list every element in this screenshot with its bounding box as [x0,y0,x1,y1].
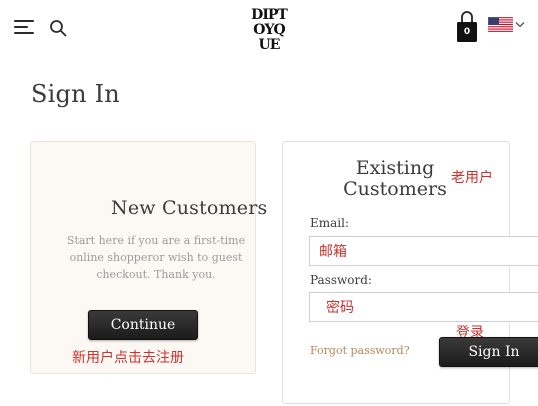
password-field-text: 密码 [326,300,354,316]
page: DIPT OYQ UE 0 Sign In New Customers Star… [0,0,538,406]
existing-customers-title: Existing Customers [343,157,447,200]
logo-line-1: DIPT [251,7,288,23]
cart-count-badge: 0 [463,27,471,37]
register-annotation: 新用户点击去注册 [72,350,184,366]
existing-user-annotation: 老用户 [451,170,493,186]
new-customers-description: Start here if you are a first-time onlin… [66,234,246,281]
logo-line-2: OYQ [253,22,285,38]
new-customers-title: New Customers [111,197,268,219]
email-field-text: 邮箱 [319,244,347,260]
logo-line-3: UE [258,37,281,53]
search-icon[interactable] [49,19,67,37]
password-field[interactable]: 密码 [309,292,538,322]
us-flag-icon[interactable] [488,17,513,32]
forgot-password-link[interactable]: Forgot password? [310,344,410,357]
email-label: Email: [310,216,350,230]
shopping-bag-icon[interactable]: 0 [457,10,477,42]
brand-logo[interactable]: DIPT OYQ UE [248,8,290,54]
sign-in-button[interactable]: Sign In [439,337,538,367]
continue-button[interactable]: Continue [88,310,198,340]
hamburger-icon[interactable] [14,20,34,34]
chevron-down-icon[interactable] [515,21,525,28]
page-title: Sign In [31,80,120,108]
password-label: Password: [310,273,372,287]
email-field[interactable]: 邮箱 [309,236,538,266]
